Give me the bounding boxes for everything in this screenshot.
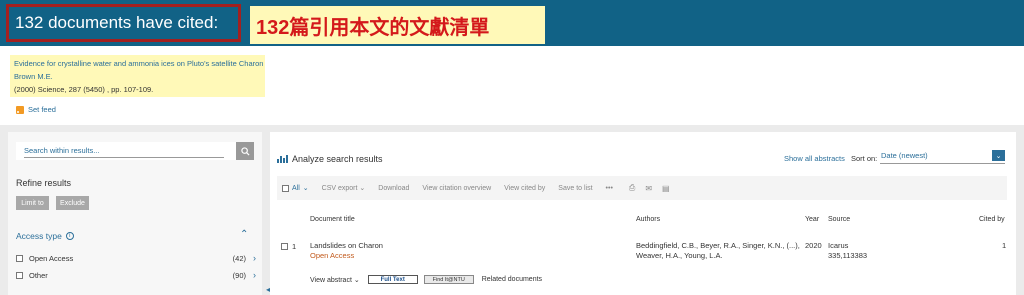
- sort-select[interactable]: Date (newest): [880, 151, 1005, 164]
- save-to-list-button[interactable]: Save to list: [558, 185, 592, 192]
- source-title[interactable]: Icarus: [828, 241, 867, 251]
- set-feed-label: Set feed: [28, 105, 56, 114]
- cited-count-box: 132 documents have cited:: [6, 4, 241, 42]
- search-within-box: [16, 142, 254, 160]
- sort-label: Sort on:: [851, 154, 878, 163]
- search-button[interactable]: [236, 142, 254, 160]
- facet-count: (90): [232, 270, 246, 280]
- view-cited-by-button[interactable]: View cited by: [504, 185, 545, 192]
- authors-line[interactable]: Weaver, H.A., Young, L.A.: [636, 251, 800, 261]
- refine-sidebar: Refine results Limit to Exclude Access t…: [8, 132, 262, 295]
- source-volume: 335,113383: [828, 251, 868, 260]
- exclude-button[interactable]: Exclude: [56, 196, 89, 210]
- csv-export-button[interactable]: CSV export ⌄: [322, 184, 366, 192]
- column-header-cited-by[interactable]: Cited by: [979, 216, 1005, 223]
- document-title-link[interactable]: Landslides on Charon: [310, 241, 383, 250]
- full-text-button[interactable]: Full Text: [367, 275, 418, 284]
- chevron-right-icon[interactable]: ›: [253, 253, 256, 263]
- facet-checkbox[interactable]: [16, 254, 23, 262]
- refine-results-title: Refine results: [16, 178, 72, 188]
- access-type-header[interactable]: Access type i: [16, 231, 74, 241]
- facet-open-access[interactable]: Open Access (42) ›: [16, 252, 256, 264]
- facet-count: (42): [232, 253, 246, 263]
- cited-count-heading: 132 documents have cited:: [15, 13, 219, 32]
- chevron-down-icon: ⌄: [353, 276, 360, 284]
- row-checkbox[interactable]: [281, 243, 288, 250]
- info-icon[interactable]: i: [65, 232, 74, 240]
- show-all-abstracts-link[interactable]: Show all abstracts: [784, 154, 845, 163]
- select-all-checkbox[interactable]: [282, 184, 289, 192]
- chevron-up-icon[interactable]: ⌃: [240, 229, 248, 240]
- column-header-title[interactable]: Document title: [310, 216, 355, 223]
- reference-citation: (2000) Science, 287 (5450) , pp. 107-109…: [14, 85, 154, 94]
- top-banner: 132 documents have cited: 132篇引用本文的文獻清單: [0, 0, 1024, 46]
- print-icon[interactable]: ⎙: [629, 183, 635, 193]
- more-options-button[interactable]: •••: [606, 185, 613, 192]
- search-icon: [240, 146, 250, 156]
- document-authors[interactable]: Beddingfield, C.B., Beyer, R.A., Singer,…: [636, 241, 800, 261]
- access-type-label: Access type: [16, 231, 62, 241]
- bar-chart-icon: [277, 155, 288, 163]
- chinese-annotation: 132篇引用本文的文獻清單: [250, 6, 545, 44]
- open-access-badge: Open Access: [310, 251, 355, 260]
- reference-title-link[interactable]: Evidence for crystalline water and ammon…: [14, 57, 263, 70]
- chevron-down-icon: ⌄: [359, 185, 366, 192]
- bibliography-icon[interactable]: ▤: [662, 184, 670, 193]
- row-number: 1: [292, 242, 297, 251]
- search-within-input[interactable]: [24, 144, 224, 158]
- results-panel: Analyze search results Show all abstract…: [270, 132, 1016, 295]
- facet-checkbox[interactable]: [16, 271, 23, 279]
- rss-icon: [16, 105, 24, 114]
- facet-other[interactable]: Other (90) ›: [16, 269, 256, 281]
- view-abstract-button[interactable]: View abstract ⌄: [310, 276, 360, 284]
- chevron-down-icon: ⌄: [302, 185, 309, 192]
- column-header-year[interactable]: Year: [805, 216, 819, 223]
- row-actions: View abstract ⌄ Full Text Find It@NTU Re…: [310, 275, 542, 284]
- select-all-label: All: [292, 184, 300, 192]
- facet-label: Other: [29, 270, 48, 280]
- document-year: 2020: [805, 241, 822, 250]
- reference-author-link[interactable]: Brown M.E.: [14, 70, 261, 83]
- chevron-down-icon[interactable]: ⌄: [992, 150, 1005, 161]
- cited-reference: Evidence for crystalline water and ammon…: [10, 55, 265, 97]
- limit-to-button[interactable]: Limit to: [16, 196, 49, 210]
- document-source[interactable]: Icarus 335,113383: [828, 241, 867, 261]
- analyze-results-link[interactable]: Analyze search results: [277, 154, 383, 164]
- document-cited-by-count[interactable]: 1: [1002, 241, 1006, 250]
- facet-label: Open Access: [29, 253, 74, 263]
- related-documents-link[interactable]: Related documents: [482, 276, 542, 283]
- authors-line[interactable]: Beddingfield, C.B., Beyer, R.A., Singer,…: [636, 241, 800, 251]
- find-it-button[interactable]: Find It@NTU: [423, 275, 474, 284]
- download-button[interactable]: Download: [378, 185, 409, 192]
- analyze-label: Analyze search results: [292, 154, 383, 164]
- view-citation-overview-button[interactable]: View citation overview: [422, 185, 491, 192]
- email-icon[interactable]: ✉: [645, 184, 652, 193]
- results-toolbar: All ⌄ CSV export ⌄ Download View citatio…: [277, 176, 1007, 200]
- select-all-control[interactable]: All ⌄: [282, 184, 309, 192]
- column-header-authors[interactable]: Authors: [636, 216, 660, 223]
- chevron-right-icon[interactable]: ›: [253, 270, 256, 280]
- column-header-source[interactable]: Source: [828, 216, 850, 223]
- set-feed-link[interactable]: Set feed: [16, 105, 56, 114]
